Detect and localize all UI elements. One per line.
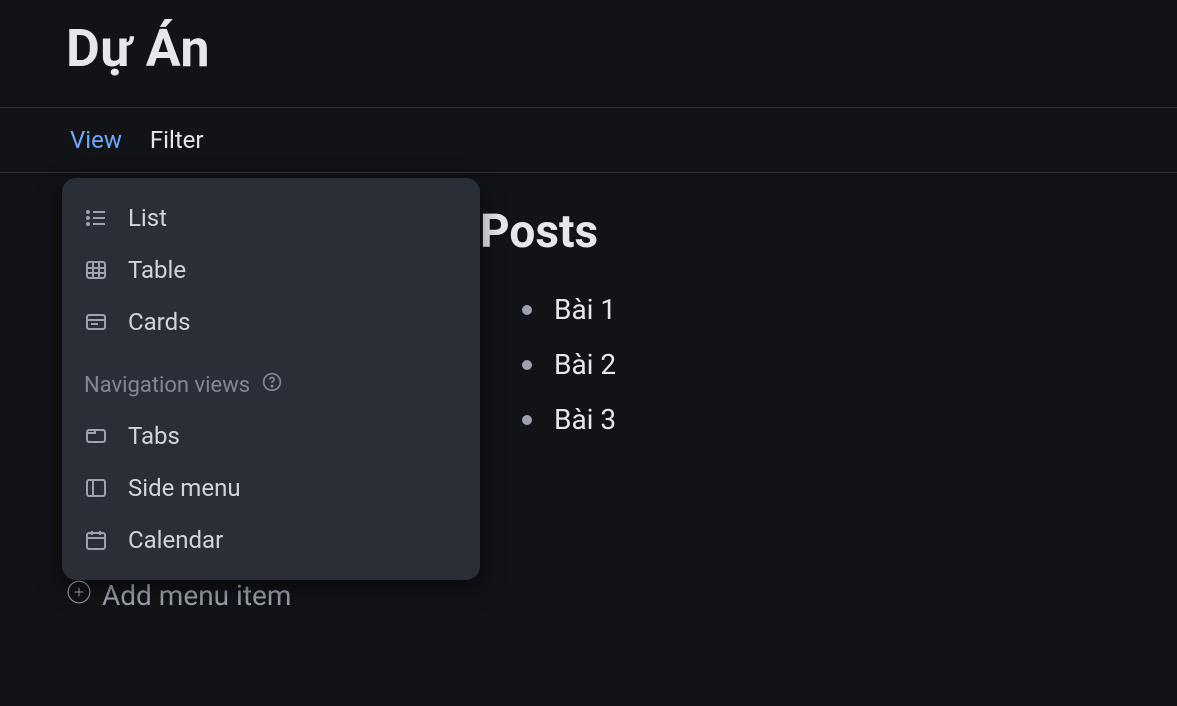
dd-item-label: Table (128, 256, 186, 284)
post-label: Bài 1 (554, 293, 616, 326)
side-menu-icon (84, 476, 108, 500)
section-heading-posts: Posts (480, 205, 1177, 259)
dd-item-table[interactable]: Table (62, 244, 480, 296)
bullet-icon (522, 360, 532, 370)
bullet-icon (522, 305, 532, 315)
page-title: Dự Án (66, 18, 1177, 79)
calendar-icon (84, 528, 108, 552)
help-icon[interactable] (262, 372, 282, 398)
dd-section-navigation: Navigation views (62, 348, 480, 410)
list-icon (84, 206, 108, 230)
tabs-icon (84, 424, 108, 448)
dd-item-tabs[interactable]: Tabs (62, 410, 480, 462)
tab-row: View Filter (0, 108, 1177, 172)
title-bar: Dự Án (0, 0, 1177, 107)
list-item[interactable]: Bài 1 (522, 293, 1177, 326)
plus-circle-icon (66, 579, 92, 612)
dd-item-label: Cards (128, 308, 191, 336)
dd-item-cards[interactable]: Cards (62, 296, 480, 348)
list-item[interactable]: Bài 2 (522, 348, 1177, 381)
post-list: Bài 1 Bài 2 Bài 3 (522, 293, 1177, 436)
dd-item-label: Calendar (128, 526, 223, 554)
dd-item-label: Tabs (128, 422, 180, 450)
post-label: Bài 2 (554, 348, 616, 381)
dd-item-calendar[interactable]: Calendar (62, 514, 480, 566)
tab-filter[interactable]: Filter (150, 126, 204, 154)
table-icon (84, 258, 108, 282)
list-item[interactable]: Bài 3 (522, 403, 1177, 436)
dd-item-side-menu[interactable]: Side menu (62, 462, 480, 514)
cards-icon (84, 310, 108, 334)
dd-section-label: Navigation views (84, 373, 250, 398)
bullet-icon (522, 415, 532, 425)
tab-view[interactable]: View (70, 126, 122, 154)
dd-item-list[interactable]: List (62, 192, 480, 244)
view-dropdown: List Table Cards Navigation views Tabs (62, 178, 480, 580)
dd-item-label: Side menu (128, 474, 241, 502)
add-menu-item-label: Add menu item (102, 579, 291, 612)
post-label: Bài 3 (554, 403, 616, 436)
add-menu-item-button[interactable]: Add menu item (66, 579, 291, 612)
dd-item-label: List (128, 204, 167, 232)
